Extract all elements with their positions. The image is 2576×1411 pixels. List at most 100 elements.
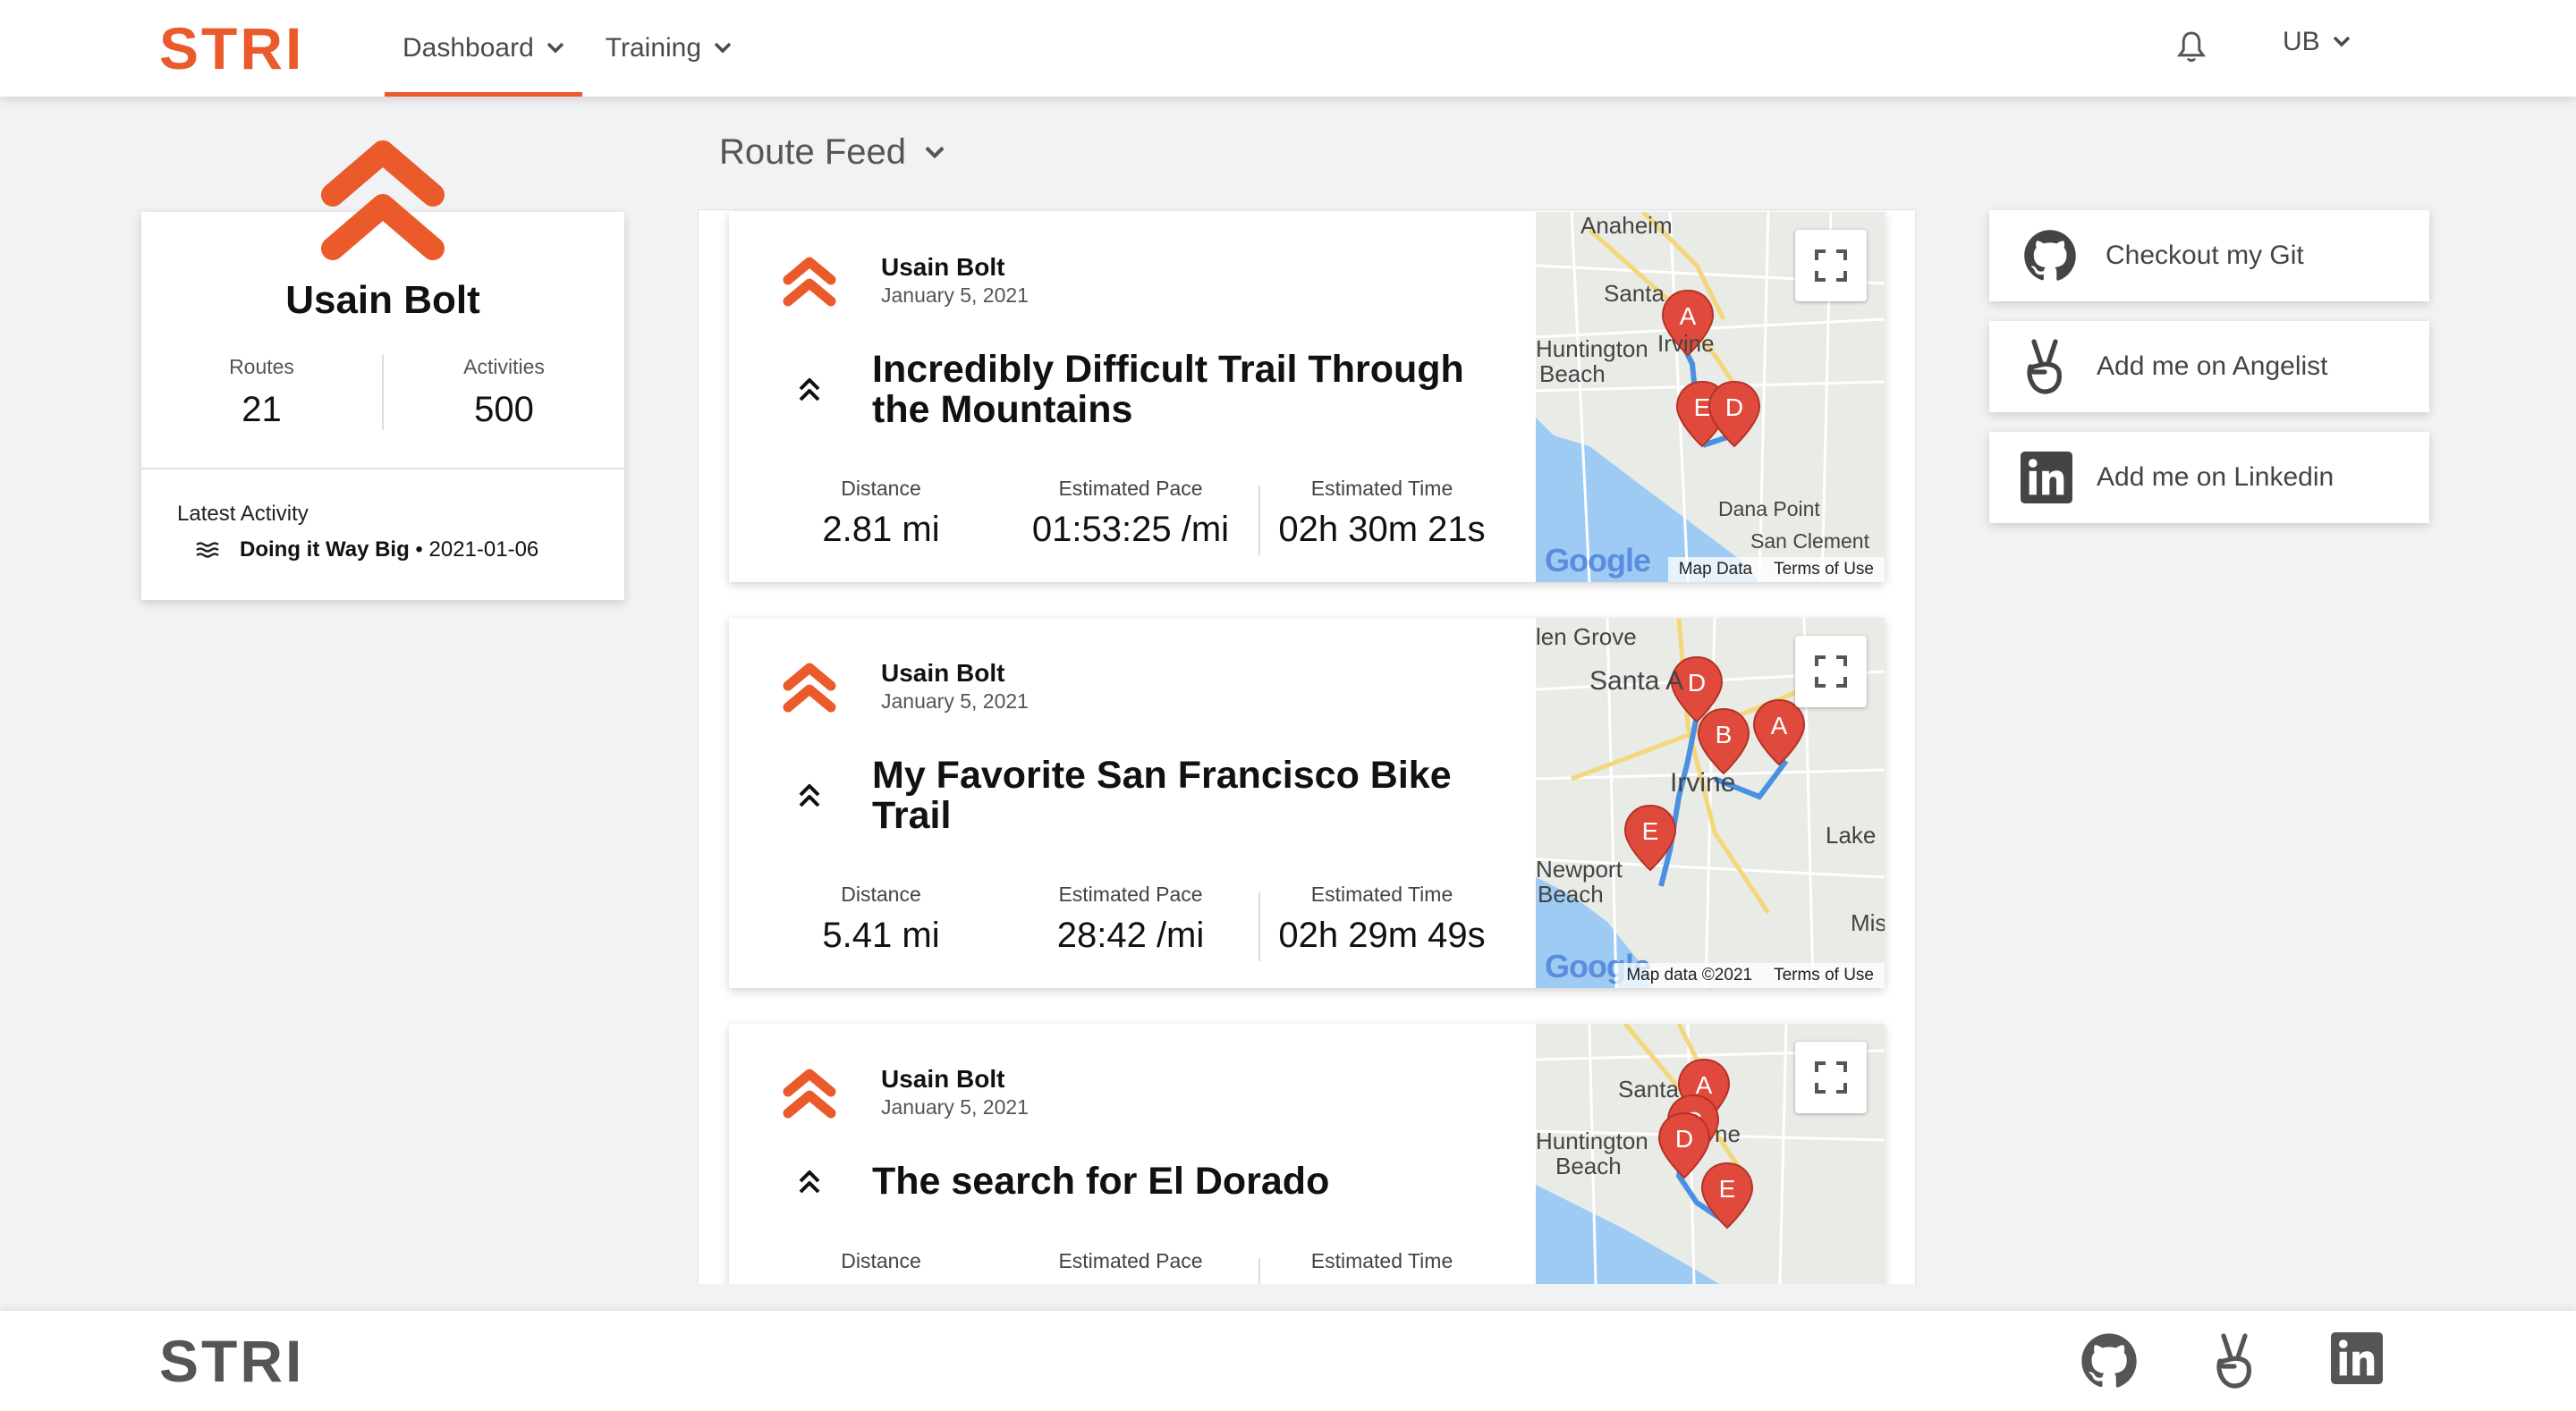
profile-card: Usain Bolt Routes 21 Activities 500 Late… <box>141 212 624 600</box>
routes-value: 21 <box>242 390 282 429</box>
route-title-line: The search for El Dorado <box>872 1160 1330 1203</box>
fullscreen-icon[interactable] <box>1795 636 1867 707</box>
route-title-line: Incredibly Difficult Trail Through <box>872 348 1464 391</box>
route-stats: Distance Estimated Pace Estimated Time <box>729 1249 1543 1284</box>
route-title-line: Trail <box>872 794 952 837</box>
map-label: Newport <box>1536 856 1623 883</box>
linkedin-icon[interactable] <box>2331 1332 2383 1384</box>
map-label: Mis <box>1851 909 1885 936</box>
angellist-link-button[interactable]: Add me on Angelist <box>1989 321 2429 412</box>
fullscreen-icon[interactable] <box>1795 1042 1867 1113</box>
map-label: Santa <box>1618 1076 1679 1103</box>
map-label: Huntington <box>1536 1128 1648 1154</box>
route-card[interactable]: Usain Bolt January 5, 2021 My Favorite S… <box>729 618 1885 988</box>
map-label: len Grove <box>1536 623 1637 650</box>
route-author[interactable]: Usain Bolt <box>881 253 1004 282</box>
user-menu[interactable]: UB <box>2283 27 2351 57</box>
activities-value: 500 <box>474 390 534 429</box>
route-title[interactable]: My Favorite San Francisco Bike Trail <box>872 756 1534 836</box>
upvote-icon[interactable] <box>797 1167 822 1197</box>
route-title[interactable]: Incredibly Difficult Trail Through the M… <box>872 350 1534 430</box>
distance-stat: Distance 5.41 mi <box>765 883 997 956</box>
routes-stat: Routes 21 <box>141 355 382 430</box>
footer: STRI <box>0 1311 2576 1411</box>
profile-divider <box>141 468 624 469</box>
time-label: Estimated Time <box>1310 477 1453 500</box>
routes-label: Routes <box>229 355 294 378</box>
terms-of-use-link[interactable]: Terms of Use <box>1774 560 1874 579</box>
map-marker-label: D <box>1725 393 1743 421</box>
fullscreen-icon[interactable] <box>1795 230 1867 301</box>
bell-icon[interactable] <box>2175 30 2207 64</box>
latest-activity-name: Doing it Way Big <box>240 537 410 562</box>
map-marker-label: B <box>1716 721 1733 748</box>
distance-label: Distance <box>841 477 921 500</box>
nav-dashboard[interactable]: Dashboard <box>385 0 582 97</box>
latest-activity-date: 2021-01-06 <box>428 537 539 562</box>
pace-stat: Estimated Pace <box>1014 1249 1247 1273</box>
chevrons-up-logo-icon <box>781 253 838 308</box>
map-label: Anaheim <box>1580 212 1673 239</box>
route-date: January 5, 2021 <box>881 1095 1029 1119</box>
distance-stat: Distance 2.81 mi <box>765 477 997 550</box>
time-label: Estimated Time <box>1310 1249 1453 1272</box>
route-map[interactable]: A C D E Santa ne Huntington <box>1536 1024 1885 1284</box>
map-marker-label: E <box>1719 1175 1736 1203</box>
route-stats: Distance 5.41 mi Estimated Pace 28:42 /m… <box>729 883 1543 961</box>
footer-brand-logo[interactable]: STRI <box>159 1331 304 1390</box>
distance-stat: Distance <box>765 1249 997 1273</box>
top-navbar: STRI Dashboard Training UB <box>0 0 2576 97</box>
map-marker-label: E <box>1642 817 1659 845</box>
nav-menu: Dashboard Training <box>385 0 750 97</box>
angellist-icon[interactable] <box>2209 1332 2259 1390</box>
pace-label: Estimated Pace <box>1058 477 1203 500</box>
distance-label: Distance <box>841 1249 921 1272</box>
latest-activity-row[interactable]: Doing it Way Big • 2021-01-06 <box>195 537 538 562</box>
map-marker-label: A <box>1680 302 1697 330</box>
chevron-down-icon <box>714 42 732 55</box>
nav-training[interactable]: Training <box>588 0 750 97</box>
stat-divider <box>1258 891 1260 961</box>
nav-dashboard-label: Dashboard <box>402 33 534 63</box>
route-author[interactable]: Usain Bolt <box>881 659 1004 688</box>
route-card[interactable]: Usain Bolt January 5, 2021 Incredibly Di… <box>729 212 1885 582</box>
route-feed[interactable]: Usain Bolt January 5, 2021 Incredibly Di… <box>698 209 1916 1284</box>
route-title[interactable]: The search for El Dorado <box>872 1162 1534 1202</box>
map-marker-label: D <box>1688 669 1706 697</box>
terms-of-use-link[interactable]: Terms of Use <box>1774 966 1874 985</box>
github-icon[interactable] <box>2080 1332 2138 1390</box>
upvote-icon[interactable] <box>797 781 822 811</box>
map-data-link[interactable]: Map data ©2021 <box>1626 966 1752 985</box>
map-data-link[interactable]: Map Data <box>1679 560 1752 579</box>
stat-divider <box>1258 1258 1260 1284</box>
route-card[interactable]: Usain Bolt January 5, 2021 The search fo… <box>729 1024 1885 1284</box>
chevrons-up-logo-icon <box>781 1065 838 1120</box>
route-map[interactable]: D B A E len Grove Santa A Irvine Lake Ne… <box>1536 618 1885 988</box>
upvote-icon[interactable] <box>797 375 822 405</box>
route-stats: Distance 2.81 mi Estimated Pace 01:53:25… <box>729 477 1543 555</box>
map-marker-label: D <box>1675 1125 1693 1153</box>
map-marker-label: E <box>1694 393 1711 421</box>
route-author[interactable]: Usain Bolt <box>881 1065 1004 1094</box>
route-feed-dropdown[interactable]: Route Feed <box>719 132 945 173</box>
route-map[interactable]: A E D Anaheim Santa Irvine Huntington Be… <box>1536 212 1885 582</box>
activities-label: Activities <box>463 355 545 378</box>
map-label: Beach <box>1555 1153 1622 1179</box>
pace-value: 01:53:25 /mi <box>1031 510 1230 549</box>
pace-stat: Estimated Pace 28:42 /mi <box>1014 883 1247 956</box>
google-logo: Google <box>1545 542 1651 579</box>
github-link-button[interactable]: Checkout my Git <box>1989 210 2429 301</box>
pace-value: 28:42 /mi <box>1056 916 1205 955</box>
chevrons-up-logo-icon <box>320 139 445 265</box>
map-marker-label: A <box>1771 712 1788 739</box>
brand-logo[interactable]: STRI <box>159 19 304 78</box>
linkedin-link-label: Add me on Linkedin <box>2097 462 2334 492</box>
nav-training-label: Training <box>605 33 702 63</box>
map-footer-links: Map data ©2021 Terms of Use <box>1615 963 1885 988</box>
map-label: Lake <box>1826 822 1876 849</box>
route-date: January 5, 2021 <box>881 283 1029 307</box>
linkedin-link-button[interactable]: Add me on Linkedin <box>1989 432 2429 523</box>
pace-label: Estimated Pace <box>1058 1249 1203 1272</box>
profile-name: Usain Bolt <box>285 278 480 322</box>
activities-stat: Activities 500 <box>384 355 624 430</box>
